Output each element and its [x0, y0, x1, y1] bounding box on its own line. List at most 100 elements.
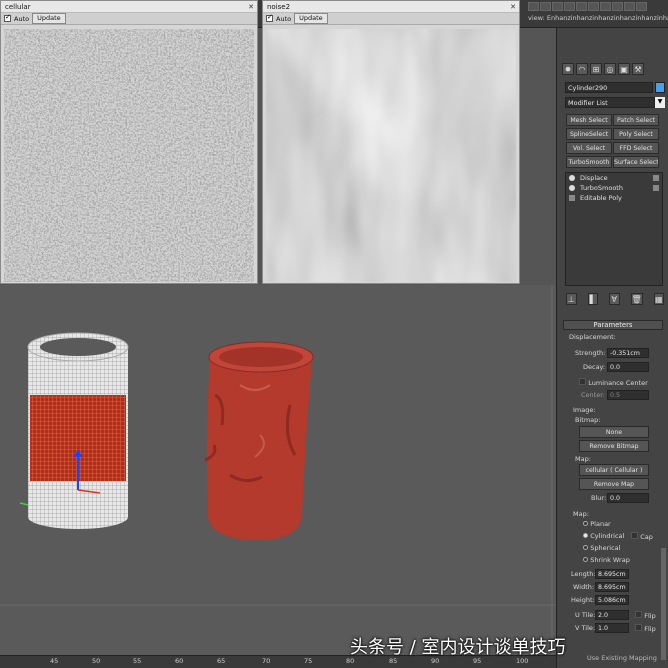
ruler-tick: 50: [92, 657, 101, 665]
bitmap-button[interactable]: None: [579, 426, 649, 438]
panel-scrollbar[interactable]: [661, 548, 666, 660]
auto-checkbox[interactable]: [4, 13, 11, 22]
ruler-tick: 55: [133, 657, 142, 665]
lightbulb-icon[interactable]: [569, 185, 575, 191]
decay-spinner[interactable]: 0.0: [607, 362, 649, 372]
hierarchy-tab-icon[interactable]: ⊞: [590, 63, 602, 75]
cellular-preview-window[interactable]: cellular ✕ Auto Update: [0, 0, 258, 284]
height-spinner[interactable]: 5.086cm: [595, 595, 629, 605]
remove-map-button[interactable]: Remove Map: [579, 478, 649, 490]
modify-tab-icon[interactable]: ◠: [576, 63, 588, 75]
panel-tabs: ✸ ◠ ⊞ ◎ ▣ ⚒: [561, 62, 645, 76]
vol-select-button[interactable]: Vol. Select: [566, 142, 612, 154]
tool-icon[interactable]: [588, 2, 599, 11]
make-unique-icon[interactable]: ∀: [609, 293, 620, 305]
pin-stack-icon[interactable]: ⊥: [566, 293, 577, 305]
configure-icon[interactable]: ▦: [653, 293, 664, 305]
bitmap-label: Bitmap:: [575, 416, 601, 424]
shrink-wrap-option[interactable]: Shrink Wrap: [583, 556, 630, 564]
tool-icon[interactable]: [564, 2, 575, 11]
lightbulb-icon[interactable]: [569, 175, 575, 181]
surface-select-button[interactable]: Surface Select: [613, 156, 659, 168]
length-label: Length:: [571, 570, 596, 578]
tool-icon[interactable]: [600, 2, 611, 11]
stack-item-displace[interactable]: Displace: [566, 173, 662, 183]
tool-icon[interactable]: [576, 2, 587, 11]
object-name-field[interactable]: Cylinder290: [565, 82, 653, 93]
remove-bitmap-button[interactable]: Remove Bitmap: [579, 440, 649, 452]
stack-tools: ⊥ ▌ ∀ 🗑 ▦: [565, 292, 665, 305]
noise-texture-preview: [266, 29, 516, 282]
map-button[interactable]: cellular ( Cellular ): [579, 464, 649, 476]
display-tab-icon[interactable]: ▣: [618, 63, 630, 75]
viewport-title: view: Enhanzinhanzinhanzinhanzinhanzinha…: [528, 14, 668, 22]
utile-spinner[interactable]: 2.0: [595, 610, 629, 620]
chevron-down-icon[interactable]: ▼: [655, 97, 665, 108]
planar-option[interactable]: Planar: [583, 520, 611, 528]
tool-icon[interactable]: [552, 2, 563, 11]
wireframe-cylinder[interactable]: [19, 332, 129, 529]
motion-tab-icon[interactable]: ◎: [604, 63, 616, 75]
stack-item-editable-poly[interactable]: Editable Poly: [566, 193, 662, 203]
v-flip-option[interactable]: Flip: [635, 624, 656, 633]
ffd-select-button[interactable]: FFD Select: [613, 142, 659, 154]
tool-icon[interactable]: [636, 2, 647, 11]
expand-icon[interactable]: [569, 195, 575, 201]
update-button[interactable]: Update: [32, 13, 66, 24]
planar-radio[interactable]: [583, 521, 588, 526]
u-flip-checkbox[interactable]: [635, 611, 642, 618]
utilities-tab-icon[interactable]: ⚒: [632, 63, 644, 75]
cylindrical-radio[interactable]: [583, 533, 588, 538]
window-titlebar[interactable]: cellular ✕: [1, 1, 257, 13]
patch-select-button[interactable]: Patch Select: [613, 114, 659, 126]
ruler-tick: 75: [304, 657, 313, 665]
tool-icon[interactable]: [540, 2, 551, 11]
strength-spinner[interactable]: -0.351cm: [607, 348, 649, 358]
create-tab-icon[interactable]: ✸: [562, 63, 574, 75]
height-label: Height:: [571, 596, 595, 604]
blur-spinner[interactable]: 0.0: [607, 493, 649, 503]
update-button[interactable]: Update: [294, 13, 328, 24]
u-flip-option[interactable]: Flip: [635, 611, 656, 620]
turbosmooth-button[interactable]: TurboSmooth: [566, 156, 612, 168]
close-icon[interactable]: ✕: [507, 1, 519, 13]
shrink-wrap-radio[interactable]: [583, 557, 588, 562]
perspective-viewport[interactable]: [0, 285, 556, 655]
noise2-preview-window[interactable]: noise2 ✕ Auto Update: [262, 0, 520, 284]
center-spinner[interactable]: 0.5: [607, 390, 649, 400]
luminance-center-checkbox[interactable]: [579, 378, 586, 385]
show-end-result-icon[interactable]: ▌: [587, 293, 598, 305]
v-flip-checkbox[interactable]: [635, 624, 642, 631]
stack-square-icon: [653, 175, 659, 181]
ruler-tick: 45: [50, 657, 59, 665]
width-spinner[interactable]: 8.695cm: [595, 582, 629, 592]
modifier-stack[interactable]: Displace TurboSmooth Editable Poly: [565, 172, 663, 286]
preview-toolbar: Auto Update: [1, 13, 257, 25]
length-spinner[interactable]: 8.695cm: [595, 569, 629, 579]
mesh-select-button[interactable]: Mesh Select: [566, 114, 612, 126]
stack-item-turbosmooth[interactable]: TurboSmooth: [566, 183, 662, 193]
close-icon[interactable]: ✕: [245, 1, 257, 13]
window-titlebar[interactable]: noise2 ✕: [263, 1, 519, 13]
auto-checkbox[interactable]: [266, 13, 273, 22]
poly-select-button[interactable]: Poly Select: [613, 128, 659, 140]
modifier-list-dropdown[interactable]: Modifier List: [565, 97, 655, 108]
utile-label: U Tile:: [575, 611, 596, 619]
tool-icon[interactable]: [528, 2, 539, 11]
parameters-rollout-title[interactable]: Parameters: [563, 320, 663, 330]
vtile-spinner[interactable]: 1.0: [595, 623, 629, 633]
cap-checkbox[interactable]: [631, 532, 638, 539]
preview-toolbar: Auto Update: [263, 13, 519, 25]
use-existing-mapping-label: Use Existing Mapping: [587, 654, 657, 662]
tool-icon[interactable]: [612, 2, 623, 11]
spherical-option[interactable]: Spherical: [583, 544, 620, 552]
cap-option[interactable]: Cap: [631, 532, 653, 541]
tool-icon[interactable]: [624, 2, 635, 11]
command-panel: ✸ ◠ ⊞ ◎ ▣ ⚒ Cylinder290 Modifier List ▼ Mesh …: [556, 28, 668, 668]
cylindrical-option[interactable]: Cylindrical: [583, 532, 624, 540]
displaced-cylinder[interactable]: [204, 341, 314, 540]
spherical-radio[interactable]: [583, 545, 588, 550]
object-color-swatch[interactable]: [655, 82, 665, 93]
spline-select-button[interactable]: SplineSelect: [566, 128, 612, 140]
remove-modifier-icon[interactable]: 🗑: [630, 293, 643, 305]
